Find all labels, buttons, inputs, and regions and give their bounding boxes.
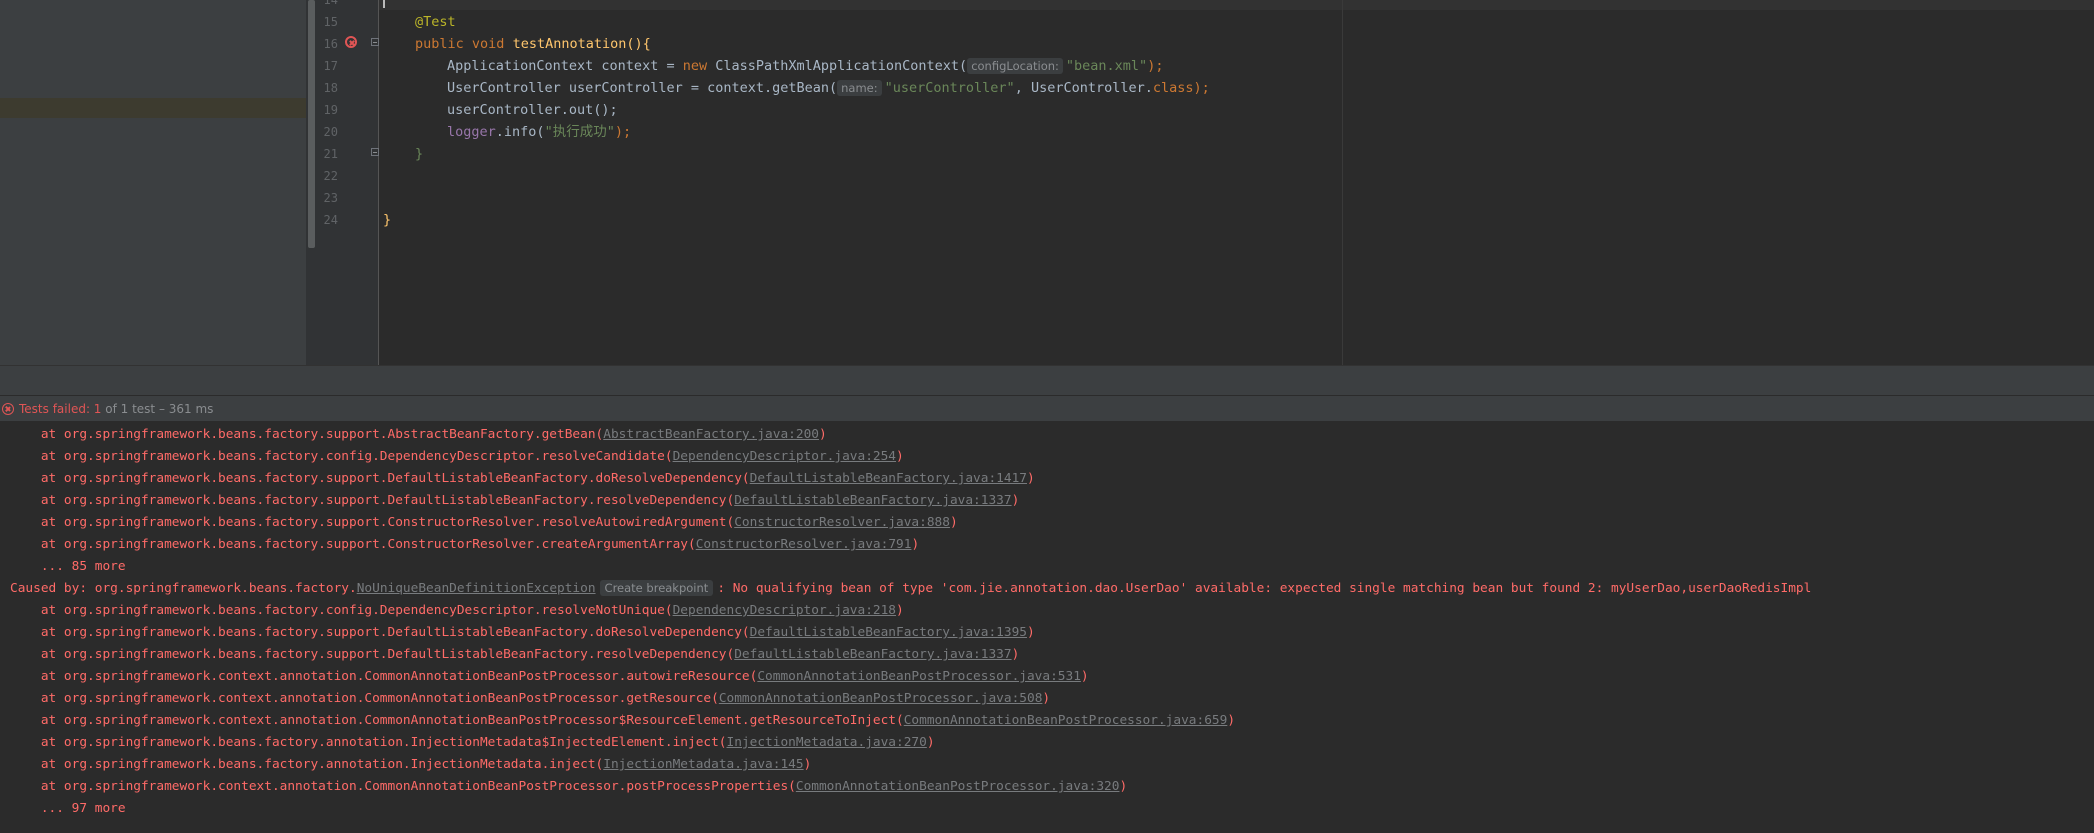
stacktrace-line: at org.springframework.beans.factory.con… [10,449,904,464]
stacktrace-line: at org.springframework.beans.factory.sup… [10,427,827,442]
source-link[interactable]: ConstructorResolver.java:888 [734,515,950,530]
line-number: 22 [323,169,338,183]
stacktrace-line: at org.springframework.context.annotatio… [10,669,1089,684]
stacktrace-more[interactable]: ... 97 more [10,798,126,820]
line-number: 16 [323,37,338,51]
line-number: 20 [323,125,338,139]
source-link[interactable]: DefaultListableBeanFactory.java:1337 [734,493,1011,508]
stacktrace-line: at org.springframework.context.annotatio… [10,779,1128,794]
source-link[interactable]: DefaultListableBeanFactory.java:1395 [750,625,1027,640]
source-link[interactable]: CommonAnnotationBeanPostProcessor.java:5… [757,669,1081,684]
fold-toggle-icon[interactable] [371,38,379,46]
stacktrace-line: at org.springframework.beans.factory.ann… [10,757,812,772]
code-line-21[interactable]: } [415,143,423,165]
test-status: Tests failed: 1 of 1 test – 361 ms [19,396,213,422]
source-link[interactable]: CommonAnnotationBeanPostProcessor.java:5… [719,691,1043,706]
code-line-20[interactable]: logger.info("执行成功"); [447,121,631,143]
source-link[interactable]: CommonAnnotationBeanPostProcessor.java:6… [904,713,1228,728]
code-line-15[interactable]: @Test [415,11,456,33]
fold-toggle-icon[interactable] [371,148,379,156]
stacktrace-line: at org.springframework.beans.factory.sup… [10,515,958,530]
parameter-hint: configLocation: [967,58,1063,74]
line-number: 19 [323,103,338,117]
test-failed-icon [2,403,14,415]
source-link[interactable]: DefaultListableBeanFactory.java:1417 [750,471,1027,486]
code-line-19[interactable]: userController.out(); [447,99,618,121]
line-number: 15 [323,15,338,29]
code-line-17[interactable]: ApplicationContext context = new ClassPa… [447,55,1163,77]
line-number: 14 [323,0,338,7]
test-results-bar: Tests failed: 1 of 1 test – 361 ms [0,395,2094,422]
code-line-16[interactable]: public void testAnnotation(){ [415,33,651,55]
source-link[interactable]: DefaultListableBeanFactory.java:1337 [734,647,1011,662]
line-number: 21 [323,147,338,161]
stacktrace-line: at org.springframework.context.annotatio… [10,691,1051,706]
create-breakpoint-button[interactable]: Create breakpoint [599,580,714,596]
source-link[interactable]: InjectionMetadata.java:145 [603,757,803,772]
source-link[interactable]: InjectionMetadata.java:270 [727,735,927,750]
right-margin-guide [1342,0,1343,365]
stacktrace-line: at org.springframework.beans.factory.ann… [10,735,935,750]
line-number: 18 [323,81,338,95]
stacktrace-line: at org.springframework.beans.factory.con… [10,603,904,618]
caused-by-line: Caused by: org.springframework.beans.fac… [10,580,1812,596]
tool-window-divider[interactable] [0,365,2094,396]
line-number: 23 [323,191,338,205]
project-scrollbar[interactable] [308,0,315,248]
source-link[interactable]: CommonAnnotationBeanPostProcessor.java:3… [796,779,1120,794]
source-link[interactable]: DependencyDescriptor.java:254 [673,449,896,464]
test-failed-run-icon[interactable] [345,36,357,48]
stacktrace-line: at org.springframework.beans.factory.sup… [10,537,920,552]
current-line-highlight [379,0,2094,10]
parameter-hint: name: [837,80,882,96]
method-name: testAnnotation [512,36,627,52]
code-line-24[interactable]: } [383,209,391,231]
source-link[interactable]: DependencyDescriptor.java:218 [673,603,896,618]
stacktrace-line: at org.springframework.beans.factory.sup… [10,647,1020,662]
line-number: 24 [323,213,338,227]
stacktrace-line: at org.springframework.context.annotatio… [10,713,1236,728]
line-number: 17 [323,59,338,73]
tests-failed-label: Tests failed: 1 [19,402,102,416]
stacktrace-line: at org.springframework.beans.factory.sup… [10,625,1035,640]
text-caret [383,0,385,8]
stacktrace-more[interactable]: ... 85 more [10,556,126,578]
project-tree-selected-row[interactable] [0,98,306,118]
project-panel[interactable] [0,0,306,365]
stacktrace-line: at org.springframework.beans.factory.sup… [10,471,1035,486]
source-link[interactable]: AbstractBeanFactory.java:200 [603,427,819,442]
code-line-18[interactable]: UserController userController = context.… [447,77,1210,99]
exception-link[interactable]: NoUniqueBeanDefinitionException [357,581,596,596]
stacktrace-line: at org.springframework.beans.factory.sup… [10,493,1020,508]
source-link[interactable]: ConstructorResolver.java:791 [696,537,912,552]
tests-detail: of 1 test – 361 ms [101,402,214,416]
